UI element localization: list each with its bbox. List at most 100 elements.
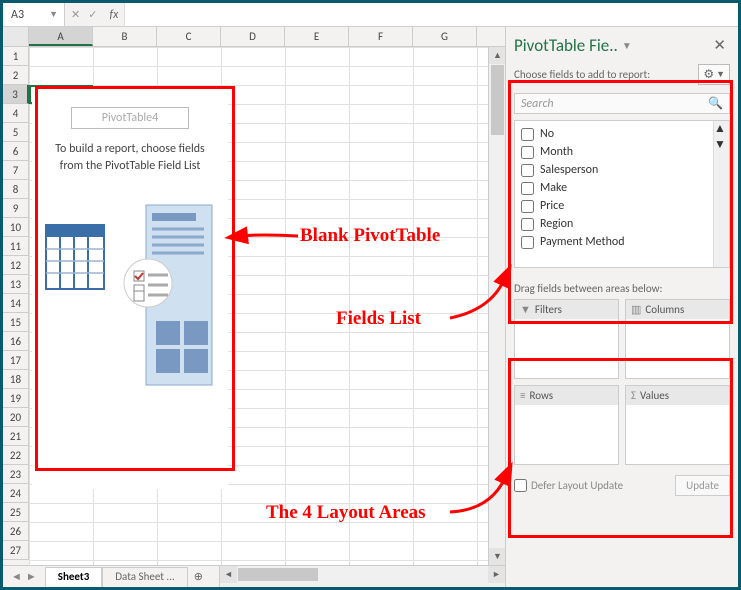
field-label: No (540, 127, 554, 141)
field-item[interactable]: No (519, 125, 709, 143)
row-header-27[interactable]: 27 (3, 541, 29, 560)
field-checkbox[interactable] (521, 182, 534, 195)
fields-list[interactable]: No Month SalespersonMake Price Region Payment… (515, 121, 713, 267)
row-header-17[interactable]: 17 (3, 351, 29, 370)
horizontal-scrollbar[interactable]: ◄ ► (219, 566, 505, 587)
row-header-8[interactable]: 8 (3, 180, 29, 199)
filter-icon: ▼ (520, 303, 531, 316)
col-header-A[interactable]: A (29, 27, 93, 46)
field-item[interactable]: Price (519, 197, 709, 215)
col-header-C[interactable]: C (157, 27, 221, 46)
row-header-4[interactable]: 4 (3, 104, 29, 123)
row-header-23[interactable]: 23 (3, 465, 29, 484)
search-input[interactable]: Search 🔍 (514, 93, 730, 114)
scroll-up-icon[interactable]: ▲ (714, 121, 730, 137)
row-header-14[interactable]: 14 (3, 294, 29, 313)
sigma-icon: Σ (631, 389, 636, 402)
row-header-24[interactable]: 24 (3, 484, 29, 503)
add-sheet-button[interactable]: ⊕ (188, 566, 209, 587)
row-header-13[interactable]: 13 (3, 275, 29, 294)
defer-layout-checkbox[interactable] (514, 479, 527, 492)
col-header-F[interactable]: F (349, 27, 413, 46)
row-header-3[interactable]: 3 (3, 85, 29, 104)
row-header-26[interactable]: 26 (3, 522, 29, 541)
field-item[interactable]: Make (519, 179, 709, 197)
field-checkbox[interactable] (521, 146, 534, 159)
scroll-left-icon[interactable]: ◄ (220, 566, 237, 583)
select-all-corner[interactable] (3, 27, 29, 46)
vertical-scrollbar[interactable]: ▲ ▼ (488, 47, 505, 565)
row-header-16[interactable]: 16 (3, 332, 29, 351)
row-header-15[interactable]: 15 (3, 313, 29, 332)
row-header-21[interactable]: 21 (3, 427, 29, 446)
scroll-up-icon[interactable]: ▲ (489, 47, 505, 64)
layout-areas: ▼Filters ▥Columns ≡Rows ΣValues (514, 299, 730, 465)
row-header-1[interactable]: 1 (3, 47, 29, 66)
sheet-tab-active[interactable]: Sheet3 (45, 567, 103, 587)
column-headers: ABCDEFG (3, 27, 505, 47)
sheet-tab-data[interactable]: Data Sheet ... (102, 567, 187, 587)
sheet-tab-bar: ◄► Sheet3 Data Sheet ... ⊕ ◄ ► (3, 565, 505, 587)
row-header-10[interactable]: 10 (3, 218, 29, 237)
spreadsheet-grid[interactable]: ABCDEFG 12345678910111213141516171819202… (3, 27, 505, 587)
drag-fields-label: Drag fields between areas below: (506, 276, 738, 299)
fields-list-box: No Month SalespersonMake Price Region Payment… (514, 120, 730, 268)
field-item[interactable]: Payment Method (519, 233, 709, 251)
columns-icon: ▥ (631, 303, 641, 316)
field-item[interactable]: Salesperson (519, 161, 709, 179)
scroll-right-icon[interactable]: ► (488, 566, 505, 583)
field-checkbox[interactable] (521, 200, 534, 213)
row-header-9[interactable]: 9 (3, 199, 29, 218)
pane-title-dropdown-icon[interactable]: ▼ (622, 39, 632, 52)
row-header-5[interactable]: 5 (3, 123, 29, 142)
update-button[interactable]: Update (675, 475, 730, 496)
field-label: Payment Method (540, 235, 625, 249)
tab-nav[interactable]: ◄► (3, 566, 45, 587)
name-box[interactable]: A3 ▼ (5, 3, 65, 26)
scroll-down-icon[interactable]: ▼ (714, 137, 730, 153)
col-header-D[interactable]: D (221, 27, 285, 46)
row-header-19[interactable]: 19 (3, 389, 29, 408)
row-header-25[interactable]: 25 (3, 503, 29, 522)
blank-pivottable[interactable]: PivotTable4 To build a report, choose fi… (32, 89, 228, 489)
field-item[interactable]: Month (519, 143, 709, 161)
field-checkbox[interactable] (521, 128, 534, 141)
field-label: Month (540, 145, 573, 159)
field-checkbox[interactable] (521, 236, 534, 249)
row-header-18[interactable]: 18 (3, 370, 29, 389)
search-icon: 🔍 (708, 96, 723, 111)
fx-icon[interactable]: fx (109, 8, 118, 22)
build-hint: To build a report, choose fields from th… (38, 141, 222, 175)
cells-area[interactable]: PivotTable4 To build a report, choose fi… (29, 47, 488, 565)
formula-input[interactable] (124, 3, 738, 26)
col-header-B[interactable]: B (93, 27, 157, 46)
field-label: Price (540, 199, 564, 213)
row-header-22[interactable]: 22 (3, 446, 29, 465)
row-header-7[interactable]: 7 (3, 161, 29, 180)
col-header-E[interactable]: E (285, 27, 349, 46)
defer-layout-label: Defer Layout Update (531, 479, 623, 492)
row-header-20[interactable]: 20 (3, 408, 29, 427)
row-header-6[interactable]: 6 (3, 142, 29, 161)
close-icon[interactable]: ✕ (709, 36, 730, 55)
filters-area[interactable]: ▼Filters (514, 299, 619, 379)
values-area[interactable]: ΣValues (625, 385, 730, 465)
columns-area[interactable]: ▥Columns (625, 299, 730, 379)
scroll-down-icon[interactable]: ▼ (489, 548, 505, 565)
field-item[interactable]: Region (519, 215, 709, 233)
field-checkbox[interactable] (521, 164, 534, 177)
search-placeholder: Search (521, 97, 554, 111)
pivottable-illustration-icon (40, 193, 220, 393)
fields-scrollbar[interactable]: ▲ ▼ (713, 121, 729, 267)
row-header-2[interactable]: 2 (3, 66, 29, 85)
row-header-12[interactable]: 12 (3, 256, 29, 275)
row-header-11[interactable]: 11 (3, 237, 29, 256)
tools-button[interactable]: ⚙▼ (698, 64, 730, 85)
hscroll-thumb[interactable] (238, 568, 318, 581)
rows-area[interactable]: ≡Rows (514, 385, 619, 465)
field-checkbox[interactable] (521, 218, 534, 231)
scroll-thumb[interactable] (491, 65, 504, 135)
pivottable-fields-pane: PivotTable Fie.. ▼ ✕ Choose fields to ad… (505, 27, 738, 587)
col-header-G[interactable]: G (413, 27, 477, 46)
name-box-dropdown-icon[interactable]: ▼ (49, 9, 58, 20)
